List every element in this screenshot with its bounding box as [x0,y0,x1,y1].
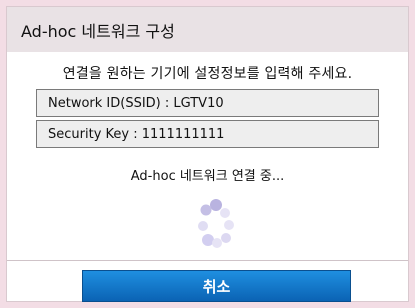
spinner-dot [220,208,230,218]
adhoc-dialog: Ad-hoc 네트워크 구성 연결을 원하는 기기에 설정정보를 입력해 주세요… [6,6,409,302]
loading-spinner-icon [198,199,234,248]
spinner-dot [221,233,231,243]
spinner-dot [210,199,222,211]
cancel-button[interactable]: 취소 [82,270,351,302]
divider [7,260,408,261]
spinner-dot [212,238,222,248]
spinner-dot [200,204,212,216]
spinner-dot [198,221,208,231]
spinner-dot [224,220,234,230]
